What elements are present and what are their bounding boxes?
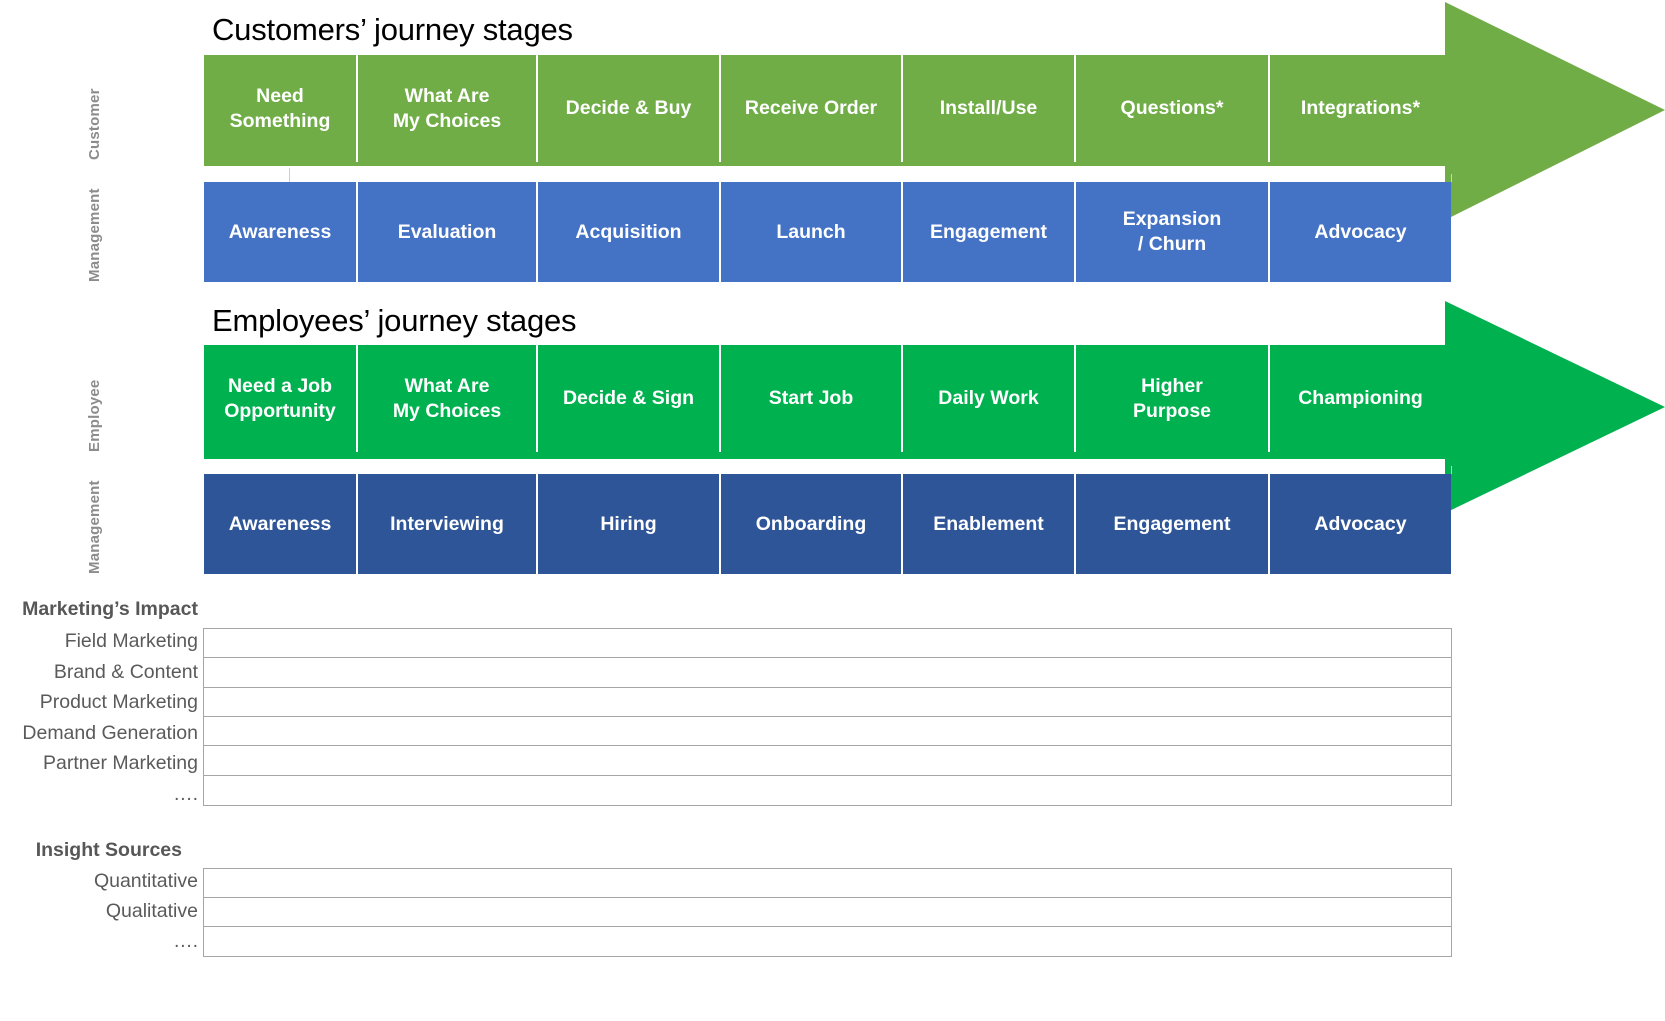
customer-management-band: Awareness Evaluation Acquisition Launch Enga… — [204, 182, 1451, 282]
employee-management-cell-label: Hiring — [600, 512, 657, 535]
band-tick — [289, 168, 290, 182]
customer-management-cell-label: Awareness — [228, 220, 332, 243]
employee-stage-cell[interactable]: What Are My Choices — [358, 345, 538, 452]
journey-map-canvas: Customers’ journey stages Customer Manag… — [0, 0, 1665, 1021]
customer-management-cell[interactable]: Acquisition — [538, 182, 721, 282]
marketing-impact-grid-row[interactable] — [204, 658, 1451, 688]
marketing-impact-grid-row[interactable] — [204, 776, 1451, 805]
customer-management-cell-label: Evaluation — [397, 220, 497, 243]
employee-management-cell[interactable]: Hiring — [538, 474, 721, 574]
employee-stage-band: Need a Job Opportunity What Are My Choices D… — [204, 345, 1451, 452]
insight-sources-grid-row[interactable] — [204, 927, 1451, 956]
customer-stage-cell[interactable]: Integrations* — [1270, 55, 1451, 162]
marketing-impact-row-label: Brand & Content — [53, 660, 198, 683]
employee-stage-cell-label: Decide & Sign — [562, 387, 695, 410]
employee-stage-cell-label: Daily Work — [938, 387, 1039, 410]
insight-sources-heading: Insight Sources — [35, 839, 182, 861]
employee-management-cell[interactable]: Onboarding — [721, 474, 903, 574]
customer-stage-cell-label: Install/Use — [939, 97, 1038, 120]
employee-management-cell-label: Engagement — [1113, 512, 1231, 535]
marketing-impact-grid[interactable] — [203, 628, 1452, 806]
employee-stage-cell[interactable]: Championing — [1270, 345, 1451, 452]
employee-management-cell[interactable]: Enablement — [903, 474, 1076, 574]
customer-management-cell-label: Acquisition — [575, 220, 682, 243]
customer-management-cell[interactable]: Expansion / Churn — [1076, 182, 1270, 282]
employee-stage-cell-label: Championing — [1298, 387, 1423, 410]
customer-stage-cell-label: Receive Order — [744, 97, 878, 120]
customer-stage-cell[interactable]: Questions* — [1076, 55, 1270, 162]
marketing-impact-grid-row[interactable] — [204, 717, 1451, 747]
insight-sources-row-label: Quantitative — [93, 870, 198, 892]
marketing-impact-row-label: Field Marketing — [64, 630, 198, 652]
employee-stage-cell-label: Higher Purpose — [1132, 374, 1212, 422]
employee-management-cell-label: Interviewing — [390, 512, 504, 535]
marketing-impact-grid-row[interactable] — [204, 746, 1451, 776]
employee-row-label: Employee — [86, 379, 103, 452]
band-tick — [1451, 466, 1452, 474]
employee-management-cell-label: Enablement — [933, 512, 1044, 535]
customer-management-cell[interactable]: Advocacy — [1270, 182, 1451, 282]
customer-stage-cell[interactable]: Install/Use — [903, 55, 1076, 162]
customer-management-cell[interactable]: Awareness — [204, 182, 358, 282]
employee-management-band: Awareness Interviewing Hiring Onboarding Ena… — [204, 474, 1451, 574]
employee-management-cell-label: Awareness — [228, 512, 332, 535]
customer-management-cell-label: Engagement — [929, 220, 1048, 243]
employee-stage-cell[interactable]: Need a Job Opportunity — [204, 345, 358, 452]
employee-management-cell[interactable]: Awareness — [204, 474, 358, 574]
marketing-impact-row-label: Demand Generation — [22, 721, 198, 744]
customer-management-cell[interactable]: Evaluation — [358, 182, 538, 282]
customer-management-row-label: Management — [86, 188, 103, 282]
marketing-impact-row-label: Product Marketing — [39, 691, 198, 713]
customer-stage-cell-label: Decide & Buy — [565, 97, 692, 120]
insight-sources-grid-row[interactable] — [204, 898, 1451, 927]
employee-stage-cell[interactable]: Daily Work — [903, 345, 1076, 452]
customer-stage-cell[interactable]: What Are My Choices — [358, 55, 538, 162]
customer-stage-cell-label: Need Something — [229, 84, 331, 132]
employee-management-row-label: Management — [86, 480, 103, 574]
insight-sources-row-label: …. — [173, 930, 198, 952]
customer-stage-band: Need Something What Are My Choices Decide & … — [204, 55, 1451, 162]
customer-management-cell[interactable]: Launch — [721, 182, 903, 282]
customer-stage-cell-label: Integrations* — [1300, 97, 1421, 120]
marketing-impact-grid-row[interactable] — [204, 629, 1451, 659]
insight-sources-grid[interactable] — [203, 868, 1452, 957]
marketing-impact-row-label: …. — [173, 782, 198, 805]
marketing-impact-row-label: Partner Marketing — [43, 752, 198, 774]
employee-management-cell-label: Advocacy — [1314, 512, 1407, 535]
customer-stage-cell[interactable]: Need Something — [204, 55, 358, 162]
employee-stage-cell-label: What Are My Choices — [392, 374, 502, 422]
employee-stage-cell[interactable]: Start Job — [721, 345, 903, 452]
employee-management-cell[interactable]: Advocacy — [1270, 474, 1451, 574]
customer-stage-cell-label: What Are My Choices — [392, 84, 502, 132]
employee-stage-cell-label: Need a Job Opportunity — [224, 374, 336, 422]
employee-stage-cell[interactable]: Higher Purpose — [1076, 345, 1270, 452]
customer-journey-title: Customers’ journey stages — [212, 12, 573, 47]
marketing-impact-grid-row[interactable] — [204, 688, 1451, 717]
customer-stage-cell[interactable]: Receive Order — [721, 55, 903, 162]
employee-stage-cell[interactable]: Decide & Sign — [538, 345, 721, 452]
customer-management-cell-label: Expansion / Churn — [1122, 208, 1222, 255]
band-tick — [1451, 174, 1452, 182]
customer-management-cell-label: Advocacy — [1314, 220, 1407, 243]
customer-stage-cell-label: Questions* — [1120, 97, 1224, 120]
employee-stage-cell-label: Start Job — [768, 387, 854, 410]
marketing-impact-heading: Marketing’s Impact — [22, 598, 198, 620]
employee-management-cell-label: Onboarding — [755, 512, 867, 535]
employee-management-cell[interactable]: Interviewing — [358, 474, 538, 574]
customer-management-cell[interactable]: Engagement — [903, 182, 1076, 282]
customer-row-label: Customer — [86, 88, 103, 160]
customer-stage-cell[interactable]: Decide & Buy — [538, 55, 721, 162]
insight-sources-row-label: Qualitative — [105, 900, 198, 922]
customer-management-cell-label: Launch — [776, 220, 846, 243]
employee-journey-title: Employees’ journey stages — [212, 303, 577, 338]
employee-management-cell[interactable]: Engagement — [1076, 474, 1270, 574]
insight-sources-grid-row[interactable] — [204, 869, 1451, 898]
